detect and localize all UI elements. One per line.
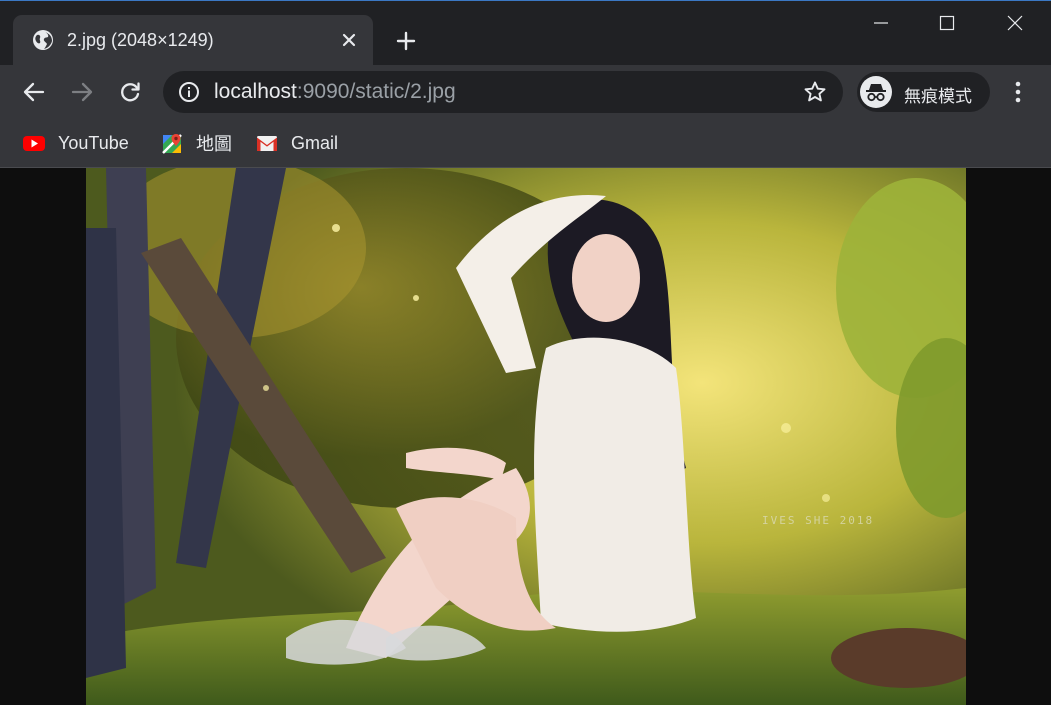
url-path: :9090/static/2.jpg (296, 80, 456, 103)
new-tab-plus-icon[interactable] (392, 27, 420, 55)
toolbar: localhost:9090/static/2.jpg 無痕模式 (0, 65, 1051, 119)
star-icon[interactable] (803, 80, 827, 104)
incognito-profile-button[interactable]: 無痕模式 (857, 72, 990, 112)
page-viewport: IVES SHE 2018 (0, 168, 1051, 705)
gmail-icon (255, 133, 279, 153)
kebab-menu-icon[interactable] (1004, 76, 1032, 108)
address-bar[interactable]: localhost:9090/static/2.jpg (163, 71, 843, 113)
bookmark-maps[interactable]: 地圖 (160, 130, 232, 156)
maximize-icon[interactable] (914, 3, 980, 43)
maps-icon (160, 133, 184, 154)
bookmark-label: YouTube (58, 132, 129, 153)
bookmarks-bar: YouTube 地圖 Gmail (0, 119, 1051, 168)
bookmark-label: 地圖 (196, 134, 232, 154)
minimize-icon[interactable] (848, 3, 914, 43)
photo-illustration (86, 168, 966, 705)
tab-title: 2.jpg (2048×1249) (67, 30, 214, 50)
incognito-icon (860, 76, 892, 108)
bookmark-youtube[interactable]: YouTube (22, 130, 129, 156)
close-icon[interactable] (337, 28, 361, 52)
youtube-icon (22, 133, 46, 153)
image-watermark: IVES SHE 2018 (762, 514, 875, 527)
reload-icon[interactable] (113, 75, 147, 109)
incognito-label: 無痕模式 (904, 87, 972, 106)
url-host: localhost (214, 80, 297, 103)
bookmark-gmail[interactable]: Gmail (255, 130, 338, 156)
url-text[interactable]: localhost:9090/static/2.jpg (214, 80, 456, 104)
forward-arrow-icon[interactable] (65, 75, 99, 109)
browser-tab[interactable]: 2.jpg (2048×1249) (13, 15, 373, 66)
back-arrow-icon[interactable] (17, 75, 51, 109)
window-close-icon[interactable] (982, 3, 1048, 43)
globe-icon (32, 29, 54, 51)
title-bar: 2.jpg (2048×1249) (0, 0, 1051, 66)
bookmark-label: Gmail (291, 132, 339, 153)
info-icon[interactable] (178, 81, 200, 103)
displayed-image[interactable]: IVES SHE 2018 (86, 168, 966, 705)
